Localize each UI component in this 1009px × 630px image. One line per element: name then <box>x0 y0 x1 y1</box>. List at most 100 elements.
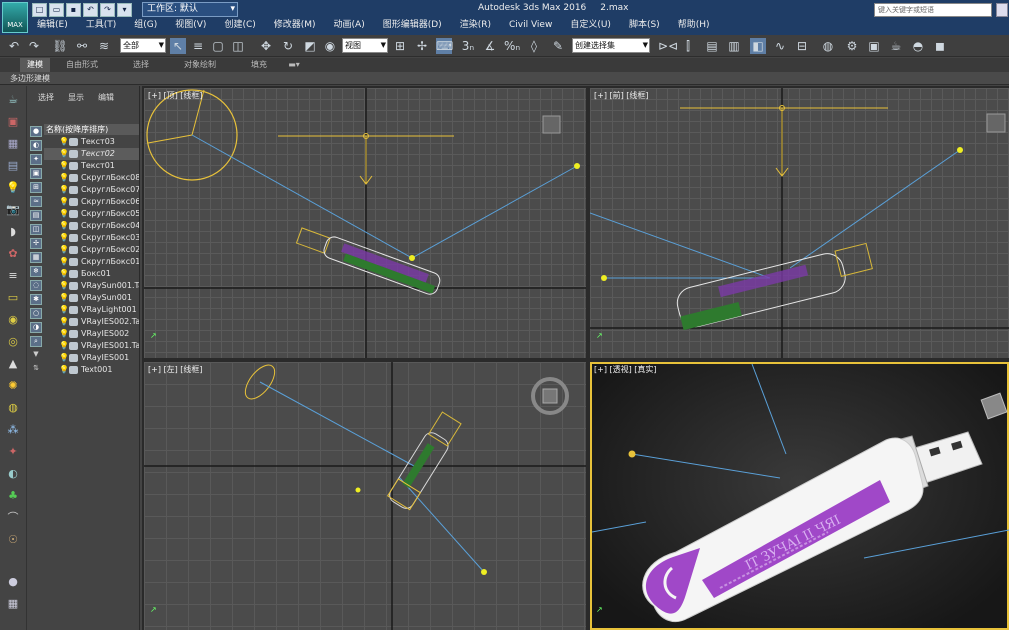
visibility-bulb-icon[interactable]: 💡 <box>59 280 69 292</box>
select-manipulate-icon[interactable]: ✢ <box>414 38 430 54</box>
visibility-bulb-icon[interactable]: 💡 <box>59 268 69 280</box>
menu-item[interactable]: 图形编辑器(D) <box>374 18 451 33</box>
viewport-perspective[interactable]: IT ЗУЧАІ ІІ ЧЯІ ↗ [+] [透视] [真实] <box>590 362 1009 630</box>
scene-object-row[interactable]: 💡 Текст03 <box>44 136 139 148</box>
scene-object-row[interactable]: 💡 СкруглБокс01 <box>44 256 139 268</box>
menu-item[interactable]: 工具(T) <box>77 18 126 33</box>
modify-icon[interactable]: ▣ <box>5 114 21 130</box>
keyboard-shortcut-icon[interactable]: ⌨ <box>436 38 453 54</box>
menu-item[interactable]: 创建(C) <box>215 18 264 33</box>
mirror-icon[interactable]: ⊳⊲ <box>658 38 678 54</box>
place-icon[interactable]: ◉ <box>322 38 338 54</box>
visibility-bulb-icon[interactable]: 💡 <box>59 208 69 220</box>
systems-icon[interactable]: ≡ <box>5 268 21 284</box>
viewport-front[interactable]: ↗ [+] [前] [线框] <box>590 88 1009 358</box>
snap-toggle-icon[interactable]: 3ₙ <box>460 38 476 54</box>
scene-object-row[interactable]: 💡 VRayLight001 <box>44 304 139 316</box>
tab-edit[interactable]: 编辑 <box>98 92 114 103</box>
sun-icon[interactable]: ✺ <box>5 378 21 394</box>
spinner-snap-icon[interactable]: ◊ <box>526 38 542 54</box>
filter-helpers-icon[interactable]: ⊞ <box>30 182 42 193</box>
shapes-icon[interactable]: ◐ <box>5 466 21 482</box>
filter-xrefs-icon[interactable]: ◫ <box>30 224 42 235</box>
cylinder-icon[interactable]: ◎ <box>5 334 21 350</box>
filter-cameras-icon[interactable]: ▣ <box>30 168 42 179</box>
redo-icon[interactable]: ↷ <box>26 38 42 54</box>
render-setup-icon[interactable]: ⚙ <box>844 38 860 54</box>
menu-item[interactable]: 帮助(H) <box>669 18 719 33</box>
scene-object-row[interactable]: 💡 VRayIES001 <box>44 352 139 364</box>
material-editor-icon[interactable]: ◍ <box>820 38 836 54</box>
visibility-bulb-icon[interactable]: 💡 <box>59 364 69 376</box>
visibility-bulb-icon[interactable]: 💡 <box>59 316 69 328</box>
selection-filter-dropdown[interactable]: 全部 ▼ <box>120 38 166 53</box>
compound-icon[interactable]: ✦ <box>5 444 21 460</box>
workspace-dropdown[interactable]: 工作区: 默认 ▾ <box>142 2 238 17</box>
scene-object-row[interactable]: 💡 СкруглБокс06 <box>44 196 139 208</box>
rotate-icon[interactable]: ↻ <box>280 38 296 54</box>
rect-selection-icon[interactable]: ▢ <box>210 38 226 54</box>
ribbon-options-icon[interactable]: ▬▾ <box>284 58 304 72</box>
visibility-bulb-icon[interactable]: 💡 <box>59 184 69 196</box>
viewcube-icon[interactable] <box>542 115 561 134</box>
menu-item[interactable]: 修改器(M) <box>265 18 325 33</box>
viewcube-icon[interactable] <box>980 392 1008 420</box>
redo-icon[interactable]: ↷ <box>100 3 115 17</box>
undo-icon[interactable]: ↶ <box>6 38 22 54</box>
menu-item[interactable]: Civil View <box>500 18 561 33</box>
link-icon[interactable]: ⛓ <box>52 38 68 54</box>
menu-item[interactable]: 视图(V) <box>166 18 215 33</box>
scene-object-row[interactable]: 💡 Текст01 <box>44 160 139 172</box>
hair-icon[interactable]: ☉ <box>5 532 21 548</box>
save-icon[interactable]: ▪ <box>66 3 81 17</box>
scene-object-row[interactable]: 💡 СкруглБокс07 <box>44 184 139 196</box>
polygon-modeling-label[interactable]: 多边形建模 <box>10 72 50 85</box>
torus-icon[interactable]: ◍ <box>5 400 21 416</box>
find-icon[interactable]: ⌕ <box>30 336 42 347</box>
scene-object-row[interactable]: 💡 СкруглБокс04 <box>44 220 139 232</box>
open-icon[interactable]: ▭ <box>49 3 64 17</box>
visibility-bulb-icon[interactable]: 💡 <box>59 160 69 172</box>
scene-object-row[interactable]: 💡 VRayIES001.Ta <box>44 340 139 352</box>
viewport-label[interactable]: [+] [顶] [线框] <box>148 90 203 101</box>
camera-icon[interactable]: 📷 <box>5 202 21 218</box>
scene-explorer-icon[interactable]: ▥ <box>726 38 742 54</box>
named-selection-dropdown[interactable]: 创建选择集 ▼ <box>572 38 650 53</box>
tab-object-paint[interactable]: 对象绘制 <box>176 58 224 72</box>
viewport-label[interactable]: [+] [前] [线框] <box>594 90 649 101</box>
edit-named-selection-icon[interactable]: ✎ <box>550 38 566 54</box>
search-input[interactable]: 键入关键字或短语 <box>874 3 992 17</box>
tab-select[interactable]: 选择 <box>38 92 54 103</box>
funnel-icon[interactable]: ▼ <box>30 350 42 361</box>
layer-manager-icon[interactable]: ▤ <box>704 38 720 54</box>
menu-item[interactable]: 动画(A) <box>325 18 374 33</box>
viewport-left[interactable]: ↗ [+] [左] [线框] <box>144 362 586 630</box>
menu-item[interactable]: 自定义(U) <box>561 18 620 33</box>
light-icon[interactable]: 💡 <box>5 180 21 196</box>
spacewarp-icon[interactable]: ✿ <box>5 246 21 262</box>
pipe-icon[interactable]: ⌒ <box>5 510 21 526</box>
scene-object-row[interactable]: 💡 VRayIES002.Ta <box>44 316 139 328</box>
visibility-bulb-icon[interactable]: 💡 <box>59 328 69 340</box>
scene-object-row[interactable]: 💡 VRaySun001.Ta <box>44 280 139 292</box>
reference-coord-dropdown[interactable]: 视图 ▼ <box>342 38 388 53</box>
visibility-bulb-icon[interactable]: 💡 <box>59 244 69 256</box>
filter-none-icon[interactable]: ○ <box>30 308 42 319</box>
filter-lights-icon[interactable]: ✦ <box>30 154 42 165</box>
menu-icon[interactable]: ▾ <box>117 3 132 17</box>
filter-invert-icon[interactable]: ◑ <box>30 322 42 333</box>
visibility-bulb-icon[interactable]: 💡 <box>59 256 69 268</box>
menu-item[interactable]: 渲染(R) <box>451 18 500 33</box>
viewport-top[interactable]: ↗ [+] [顶] [线框] <box>144 88 586 358</box>
filter-spacewarps-icon[interactable]: ≈ <box>30 196 42 207</box>
visibility-bulb-icon[interactable]: 💡 <box>59 136 69 148</box>
schematic-view-icon[interactable]: ⊟ <box>794 38 810 54</box>
scene-object-row[interactable]: 💡 СкруглБокс03 <box>44 232 139 244</box>
pivot-center-icon[interactable]: ⊞ <box>392 38 408 54</box>
scene-object-row[interactable]: 💡 Text001 <box>44 364 139 376</box>
render-production-icon[interactable]: ◼ <box>932 38 948 54</box>
filter-all-icon[interactable]: ✱ <box>30 294 42 305</box>
window-control-button[interactable] <box>996 3 1008 17</box>
visibility-bulb-icon[interactable]: 💡 <box>59 220 69 232</box>
visibility-bulb-icon[interactable]: 💡 <box>59 148 69 160</box>
